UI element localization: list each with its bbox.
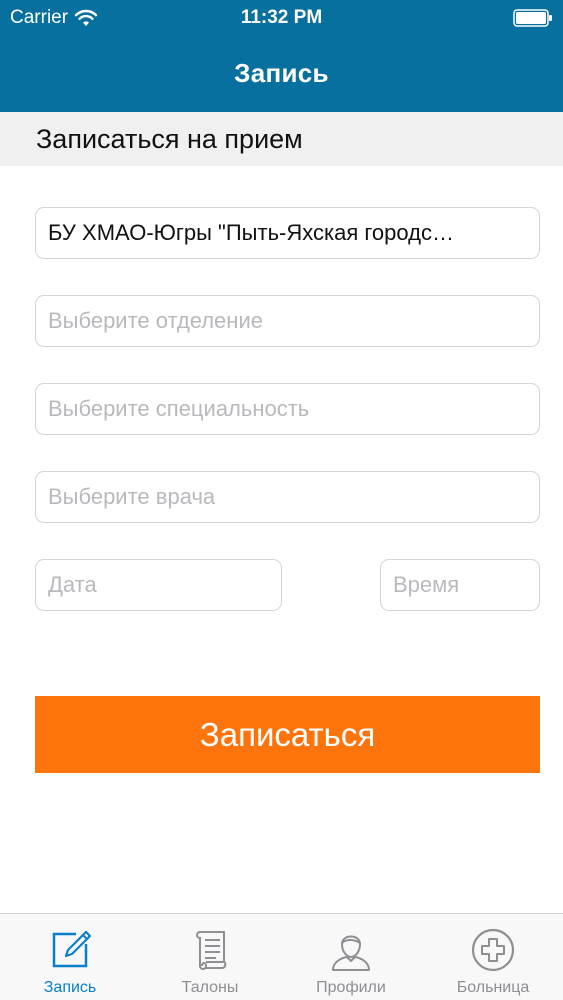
doctor-select[interactable]: Выберите врача — [35, 471, 540, 523]
hospital-select[interactable]: БУ ХМАО-Югры "Пыть-Яхская городс… — [35, 207, 540, 259]
battery-icon — [513, 9, 552, 27]
user-icon — [332, 935, 370, 971]
tab-appointment-label: Запись — [43, 979, 97, 996]
specialty-select[interactable]: Выберите специальность — [35, 383, 540, 435]
scroll-icon — [196, 931, 227, 970]
edit-icon — [52, 930, 92, 968]
status-time: 11:32 PM — [240, 7, 323, 28]
date-field[interactable]: Дата — [35, 559, 282, 611]
tab-hospital-label: Больница — [456, 979, 530, 996]
hospital-select-value: БУ ХМАО-Югры "Пыть-Яхская городс… — [48, 220, 454, 245]
top-bar: Carrier 11:32 PM Запись — [0, 0, 563, 112]
tab-profiles-label: Профили — [316, 979, 386, 996]
submit-appointment-button[interactable]: Записаться — [35, 696, 540, 773]
status-bar: Carrier 11:32 PM — [0, 0, 563, 38]
time-field[interactable]: Время — [380, 559, 540, 611]
specialty-select-placeholder: Выберите специальность — [48, 396, 310, 421]
plus-circle-icon — [471, 928, 515, 972]
tab-tickets[interactable]: Талоны — [140, 914, 280, 1000]
tab-bar: Запись Талоны Профили Больница — [0, 913, 563, 1000]
time-field-placeholder: Время — [393, 572, 460, 597]
section-title: Записаться на прием — [36, 124, 303, 154]
department-select[interactable]: Выберите отделение — [35, 295, 540, 347]
doctor-select-placeholder: Выберите врача — [48, 484, 216, 509]
app-screen: Carrier 11:32 PM Запись Записаться на пр… — [0, 0, 563, 1000]
date-field-placeholder: Дата — [48, 572, 97, 597]
tab-hospital[interactable]: Больница — [423, 914, 563, 1000]
tab-tickets-label: Талоны — [181, 979, 239, 996]
tab-appointment[interactable]: Запись — [0, 914, 140, 1000]
section-header: Записаться на прием — [0, 112, 563, 166]
department-select-placeholder: Выберите отделение — [48, 308, 263, 333]
nav-title: Запись — [234, 58, 329, 88]
tab-profiles[interactable]: Профили — [281, 914, 421, 1000]
